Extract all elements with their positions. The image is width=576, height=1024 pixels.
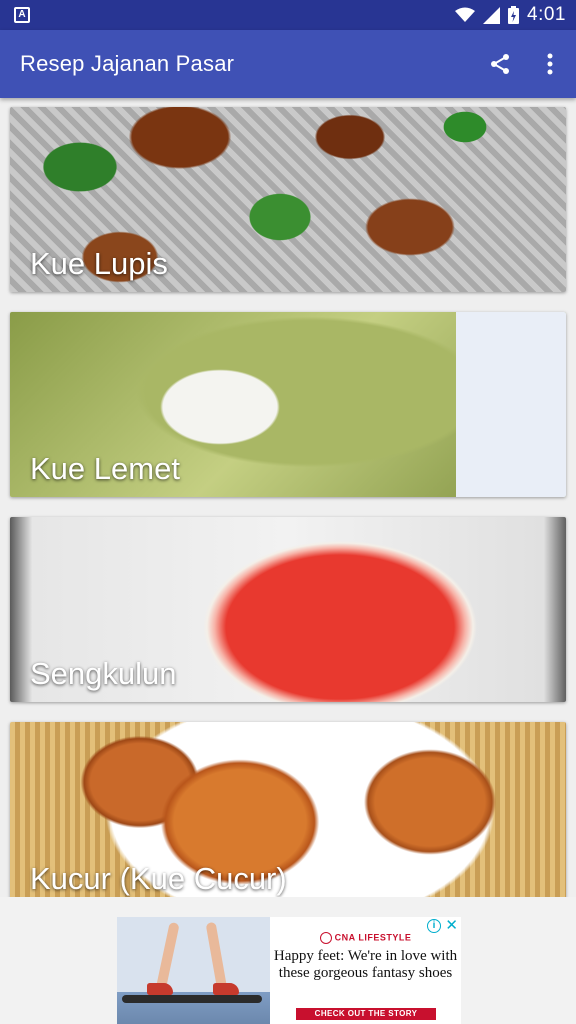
app-title: Resep Jajanan Pasar: [20, 51, 235, 76]
cna-logo-icon: [319, 932, 332, 944]
ad-brand: CNA LIFESTYLE: [270, 932, 461, 944]
wifi-icon: [455, 7, 476, 22]
ad-headline: Happy feet: We're in love with these gor…: [273, 948, 458, 981]
close-icon[interactable]: ✕: [445, 918, 458, 933]
ad-area: CNA LIFESTYLE Happy feet: We're in love …: [0, 897, 576, 1024]
ad-brand-label: CNA LIFESTYLE: [334, 932, 412, 943]
recipe-title: Kue Lupis: [30, 246, 168, 281]
more-options-button[interactable]: [530, 44, 570, 84]
ad-image: [117, 917, 270, 1024]
recipe-card-sengkulun[interactable]: Sengkulun: [10, 517, 566, 702]
battery-charging-icon: [508, 6, 520, 24]
recipe-title: Kue Lemet: [30, 451, 180, 486]
app-notification-icon: A: [14, 7, 30, 23]
more-vert-icon: [547, 53, 553, 75]
recipe-card-kue-lemet[interactable]: Kue Lemet: [10, 312, 566, 497]
recipe-card-kue-cucur[interactable]: Kucur (Kue Cucur): [10, 722, 566, 897]
clock: 4:01: [527, 4, 566, 25]
status-bar: A 4:01: [0, 0, 576, 30]
recipe-list[interactable]: Kue Lupis Kue Lemet Sengkulun Kucur (Kue…: [0, 98, 576, 897]
ad-cta-button[interactable]: CHECK OUT THE STORY: [296, 1008, 436, 1020]
recipe-title: Sengkulun: [30, 656, 177, 691]
ad-banner[interactable]: CNA LIFESTYLE Happy feet: We're in love …: [117, 917, 461, 1024]
info-icon[interactable]: i: [427, 919, 441, 933]
recipe-title: Kucur (Kue Cucur): [30, 861, 287, 896]
ad-text: CNA LIFESTYLE Happy feet: We're in love …: [270, 917, 461, 1024]
recipe-card-kue-lupis[interactable]: Kue Lupis: [10, 107, 566, 292]
signal-icon: [483, 6, 501, 24]
app-bar: Resep Jajanan Pasar: [0, 30, 576, 98]
share-icon: [491, 54, 509, 74]
share-button[interactable]: [480, 44, 520, 84]
status-icons: 4:01: [455, 0, 566, 30]
